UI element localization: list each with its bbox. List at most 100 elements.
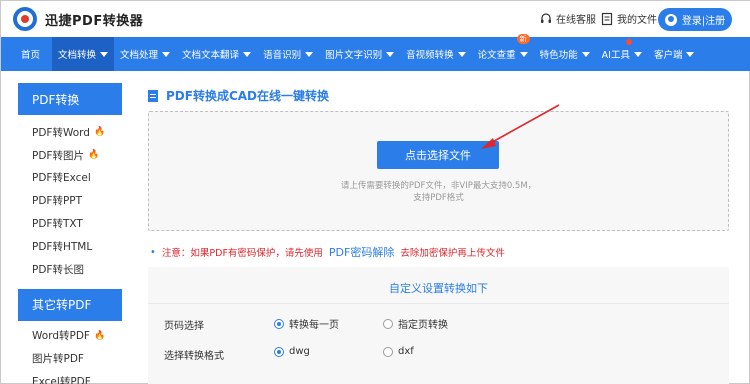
hot-indicator-icon xyxy=(625,39,632,45)
online-service-label: 在线客服 xyxy=(556,15,596,26)
password-notice: • 注意：如果PDF有密码保护，请先使用 PDF密码解除 去除加密保护再上传文件 xyxy=(150,244,505,260)
sidebar-item-word-to-pdf[interactable]: Word转PDF 🔥 xyxy=(18,325,122,348)
document-icon xyxy=(148,89,158,102)
sidebar-item-label: Excel转PDF xyxy=(32,376,91,384)
chevron-down-icon xyxy=(581,51,590,57)
page-select-label: 页码选择 xyxy=(164,321,204,332)
conversion-settings: 自定义设置转换如下 页码选择 转换每一页 指定页转换 选择转换格式 dwg dx… xyxy=(148,267,729,384)
logo-text: 迅捷PDF转换器 xyxy=(45,13,144,29)
login-register-button[interactable]: 登录|注册 xyxy=(658,8,732,31)
sidebar-item-pdf-to-excel[interactable]: PDF转Excel xyxy=(18,167,122,190)
nav-doc-translate[interactable]: 文档文本翻译 xyxy=(176,37,257,71)
bullet-icon: • xyxy=(150,246,156,258)
radio-unchecked-icon xyxy=(383,318,393,329)
radio-label: dwg xyxy=(289,346,310,357)
notice-suffix: 去除加密保护再上传文件 xyxy=(400,248,505,259)
sidebar-item-pdf-to-html[interactable]: PDF转HTML xyxy=(18,235,122,258)
sidebar-item-label: 图片转PDF xyxy=(32,353,84,366)
chevron-down-icon xyxy=(100,51,109,57)
nav-image-ocr[interactable]: 图片文字识别 xyxy=(319,37,400,71)
login-register-label: 登录|注册 xyxy=(681,16,726,27)
chevron-down-icon xyxy=(457,51,466,57)
sidebar-group-other-to-pdf[interactable]: 其它转PDF xyxy=(18,288,122,321)
sidebar-item-label: PDF转Word xyxy=(32,126,90,139)
nav-special-features[interactable]: 特色功能 xyxy=(534,37,596,71)
sidebar-group-pdf-convert[interactable]: PDF转换 xyxy=(18,83,122,115)
radio-checked-icon xyxy=(274,346,284,357)
sidebar-item-label: PDF转TXT xyxy=(32,218,83,231)
radio-unchecked-icon xyxy=(383,346,393,357)
sidebar-item-pdf-to-word[interactable]: PDF转Word 🔥 xyxy=(18,121,122,144)
chevron-down-icon xyxy=(686,51,695,57)
sidebar: PDF转换 PDF转Word 🔥 PDF转图片 🔥 PDF转Excel PDF转PP… xyxy=(18,83,122,384)
divider xyxy=(148,303,729,304)
sidebar-item-pdf-to-ppt[interactable]: PDF转PPT xyxy=(18,189,122,212)
settings-title: 自定义设置转换如下 xyxy=(389,282,488,295)
sidebar-item-label: PDF转HTML xyxy=(32,240,93,253)
nav-plagiarism-check-label: 论文查重 xyxy=(477,50,516,61)
upload-hint: 请上传需要转换的PDF文件，非VIP最大支持0.5M， 支持PDF格式 xyxy=(149,180,728,204)
notice-prefix: 注意：如果PDF有密码保护，请先使用 xyxy=(161,248,323,259)
upload-hint-line-1: 请上传需要转换的PDF文件，非VIP最大支持0.5M， xyxy=(340,181,537,191)
nav-speech-recognition-label: 语音识别 xyxy=(263,50,302,61)
sidebar-item-pdf-to-long-image[interactable]: PDF转长图 xyxy=(18,258,122,281)
radio-format-dwg[interactable]: dwg xyxy=(274,346,310,357)
sidebar-item-image-to-pdf[interactable]: 图片转PDF xyxy=(18,347,122,370)
chevron-down-icon xyxy=(305,51,314,57)
upload-dropzone[interactable]: 点击选择文件 请上传需要转换的PDF文件，非VIP最大支持0.5M， 支持PDF… xyxy=(148,111,729,231)
new-badge: 新 xyxy=(516,34,530,44)
page-title: PDF转换成CAD在线一键转换 xyxy=(148,87,329,104)
my-files-label: 我的文件 xyxy=(617,15,657,26)
nav-doc-process[interactable]: 文档处理 xyxy=(114,37,176,71)
top-header: 迅捷PDF转换器 在线客服 我的文件 登录|注册 xyxy=(1,1,750,37)
nav-special-features-label: 特色功能 xyxy=(539,50,578,61)
fire-icon: 🔥 xyxy=(87,150,100,161)
radio-label: 转换每一页 xyxy=(289,320,339,331)
nav-plagiarism-check[interactable]: 论文查重 新 xyxy=(472,34,534,71)
sidebar-item-excel-to-pdf[interactable]: Excel转PDF xyxy=(18,370,122,384)
chevron-down-icon xyxy=(386,51,395,57)
main-nav: 首页 文档转换 文档处理 文档文本翻译 语音识别 图片文字识别 音视频转换 论文… xyxy=(1,34,750,71)
pdf-password-remove-link[interactable]: PDF密码解除 xyxy=(329,244,394,260)
nav-doc-convert[interactable]: 文档转换 xyxy=(52,37,115,71)
sidebar-item-label: PDF转图片 xyxy=(32,149,84,162)
format-select-label: 选择转换格式 xyxy=(164,351,224,362)
radio-label: dxf xyxy=(398,346,414,357)
radio-format-dxf[interactable]: dxf xyxy=(383,346,414,357)
logo[interactable]: 迅捷PDF转换器 xyxy=(13,7,143,31)
nav-av-convert-label: 音视频转换 xyxy=(406,50,454,61)
sidebar-item-label: Word转PDF xyxy=(32,330,90,343)
nav-home-label: 首页 xyxy=(21,50,41,61)
nav-speech-recognition[interactable]: 语音识别 xyxy=(257,37,319,71)
sidebar-item-label: PDF转Excel xyxy=(32,172,91,185)
radio-convert-every-page[interactable]: 转换每一页 xyxy=(274,316,339,331)
user-avatar-icon xyxy=(664,13,677,26)
nav-client[interactable]: 客户端 xyxy=(648,37,701,71)
online-service-link[interactable]: 在线客服 xyxy=(539,11,596,26)
chevron-down-icon xyxy=(162,51,171,57)
fire-icon: 🔥 xyxy=(93,127,106,138)
document-icon xyxy=(601,12,613,25)
radio-specify-pages[interactable]: 指定页转换 xyxy=(383,316,448,331)
annotation-arrow-icon xyxy=(481,104,560,149)
nav-ai-tools[interactable]: AI工具 xyxy=(596,37,648,71)
page-title-text: PDF转换成CAD在线一键转换 xyxy=(166,89,330,103)
sidebar-item-label: PDF转PPT xyxy=(32,195,83,208)
radio-label: 指定页转换 xyxy=(398,320,448,331)
chevron-down-icon xyxy=(243,51,252,57)
chevron-down-icon xyxy=(519,51,528,57)
nav-doc-process-label: 文档处理 xyxy=(120,50,159,61)
nav-ai-tools-label: AI工具 xyxy=(601,50,630,61)
sidebar-item-pdf-to-image[interactable]: PDF转图片 🔥 xyxy=(18,144,122,167)
upload-hint-line-2: 支持PDF格式 xyxy=(413,193,464,203)
nav-av-convert[interactable]: 音视频转换 xyxy=(400,37,472,71)
sidebar-item-label: PDF转长图 xyxy=(32,263,84,276)
logo-icon xyxy=(13,7,37,31)
sidebar-item-pdf-to-txt[interactable]: PDF转TXT xyxy=(18,212,122,235)
nav-doc-convert-label: 文档转换 xyxy=(58,50,97,61)
headset-icon xyxy=(541,12,551,23)
chevron-down-icon xyxy=(633,51,642,57)
nav-image-ocr-label: 图片文字识别 xyxy=(325,50,383,61)
nav-home[interactable]: 首页 xyxy=(1,37,52,71)
my-files-link[interactable]: 我的文件 xyxy=(600,11,657,26)
